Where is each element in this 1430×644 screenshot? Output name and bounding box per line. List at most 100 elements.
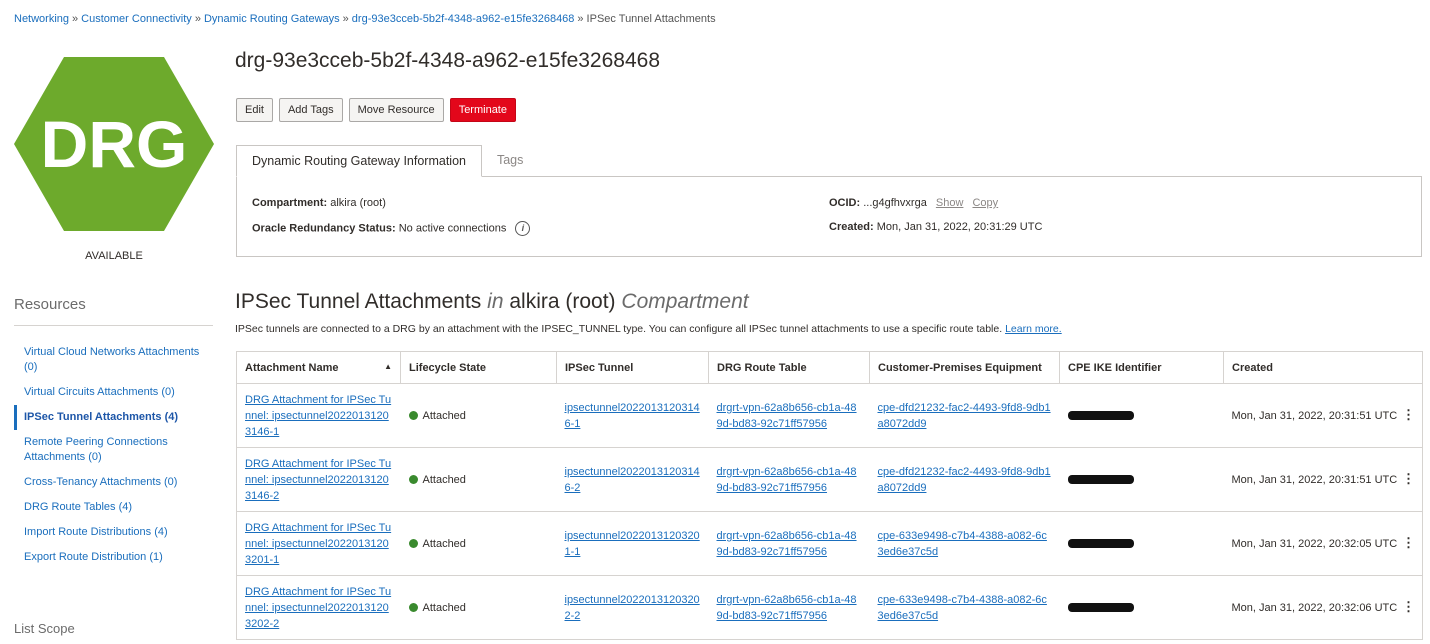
breadcrumb-separator: » <box>72 13 79 25</box>
ipsec-tunnel-link[interactable]: ipsectunnel20220131203146-2 <box>565 466 700 494</box>
route-table-link[interactable]: drgrt-vpn-62a8b656-cb1a-489d-bd83-92c71f… <box>717 402 857 430</box>
learn-more-link[interactable]: Learn more. <box>1005 323 1062 335</box>
status-dot-icon <box>408 538 418 548</box>
drg-info-panel: Compartment: alkira (root) Oracle Redund… <box>236 176 1422 257</box>
cpe-link[interactable]: cpe-633e9498-c7b4-4388-a082-6c3ed6e37c5d <box>878 594 1047 622</box>
cpe-link[interactable]: cpe-dfd21232-fac2-4493-9fd8-9db1a8072dd9 <box>878 402 1051 430</box>
row-actions-kebab-icon[interactable]: ⋮ <box>1402 407 1415 422</box>
attachments-table: Attachment Name ▲ Lifecycle State IPSec T… <box>236 351 1423 640</box>
compartment-value: alkira (root) <box>330 197 386 209</box>
column-header-cpe-ike-identifier: CPE IKE Identifier <box>1059 351 1224 384</box>
route-table-link[interactable]: drgrt-vpn-62a8b656-cb1a-489d-bd83-92c71f… <box>717 594 857 622</box>
table-row: DRG Attachment for IPSec Tunnel: ipsectu… <box>236 511 1423 576</box>
resource-item-import-route-distributions[interactable]: Import Route Distributions (4) <box>14 520 213 545</box>
section-title-compartment: alkira (root) <box>509 290 616 313</box>
column-header-ipsec-tunnel: IPSec Tunnel <box>556 351 709 384</box>
info-tabs: Dynamic Routing Gateway Information Tags <box>236 145 538 177</box>
table-row: DRG Attachment for IPSec Tunnel: ipsectu… <box>236 575 1423 640</box>
ocid-label: OCID: <box>829 197 861 209</box>
breadcrumb-drg[interactable]: drg-93e3cceb-5b2f-4348-a962-e15fe3268468 <box>352 13 575 25</box>
created-timestamp: Mon, Jan 31, 2022, 20:31:51 UTC <box>1231 473 1398 486</box>
resource-item-ipsec-tunnel-attachments[interactable]: IPSec Tunnel Attachments (4) <box>14 405 213 430</box>
redundancy-label: Oracle Redundancy Status: <box>252 222 396 235</box>
redacted-ike-identifier <box>1067 475 1134 485</box>
ipsec-tunnel-link[interactable]: ipsectunnel20220131203146-1 <box>565 402 700 430</box>
created-timestamp: Mon, Jan 31, 2022, 20:32:05 UTC <box>1231 537 1398 550</box>
status-dot-icon <box>408 474 418 484</box>
created-timestamp: Mon, Jan 31, 2022, 20:31:51 UTC <box>1231 409 1398 422</box>
attachment-name-link[interactable]: DRG Attachment for IPSec Tunnel: ipsectu… <box>245 458 391 502</box>
cpe-link[interactable]: cpe-dfd21232-fac2-4493-9fd8-9db1a8072dd9 <box>878 466 1051 494</box>
section-description: IPSec tunnels are connected to a DRG by … <box>235 323 1062 335</box>
drg-hexagon-icon: DRG <box>14 57 214 231</box>
drg-logo-text: DRG <box>41 107 188 181</box>
column-header-cpe: Customer-Premises Equipment <box>869 351 1060 384</box>
edit-button[interactable]: Edit <box>236 98 273 122</box>
sort-ascending-icon[interactable]: ▲ <box>384 362 392 371</box>
compartment-label: Compartment: <box>252 197 328 209</box>
add-tags-button[interactable]: Add Tags <box>278 98 343 122</box>
terminate-button[interactable]: Terminate <box>449 98 516 122</box>
breadcrumb-dynamic-routing-gateways[interactable]: Dynamic Routing Gateways <box>204 13 340 25</box>
resource-item-vcn-attachments[interactable]: Virtual Cloud Networks Attachments (0) <box>14 340 213 380</box>
tab-drg-information[interactable]: Dynamic Routing Gateway Information <box>236 145 482 177</box>
column-header-drg-route-table: DRG Route Table <box>708 351 870 384</box>
row-actions-kebab-icon[interactable]: ⋮ <box>1402 471 1415 486</box>
table-row: DRG Attachment for IPSec Tunnel: ipsectu… <box>236 447 1423 512</box>
ocid-row: OCID: ...g4gfhvxrga Show Copy <box>829 197 998 209</box>
table-row: DRG Attachment for IPSec Tunnel: ipsectu… <box>236 383 1423 448</box>
ocid-copy-link[interactable]: Copy <box>972 197 998 209</box>
ocid-show-link[interactable]: Show <box>936 197 964 209</box>
column-header-attachment-name[interactable]: Attachment Name ▲ <box>236 351 401 384</box>
resource-item-remote-peering[interactable]: Remote Peering Connections Attachments (… <box>14 430 213 470</box>
resources-divider <box>14 325 213 326</box>
route-table-link[interactable]: drgrt-vpn-62a8b656-cb1a-489d-bd83-92c71f… <box>717 530 857 558</box>
resource-item-virtual-circuits[interactable]: Virtual Circuits Attachments (0) <box>14 380 213 405</box>
ipsec-tunnel-link[interactable]: ipsectunnel20220131203202-2 <box>565 594 700 622</box>
list-scope-heading: List Scope <box>14 621 75 636</box>
redacted-ike-identifier <box>1067 539 1134 549</box>
lifecycle-state: Attached <box>422 601 466 614</box>
status-dot-icon <box>408 602 418 612</box>
resource-item-export-route-distribution[interactable]: Export Route Distribution (1) <box>14 545 213 570</box>
section-title-main: IPSec Tunnel Attachments <box>235 290 482 313</box>
attachment-name-link[interactable]: DRG Attachment for IPSec Tunnel: ipsectu… <box>245 394 391 438</box>
redacted-ike-identifier <box>1067 603 1134 613</box>
created-row: Created: Mon, Jan 31, 2022, 20:31:29 UTC <box>829 221 1042 233</box>
section-title-suffix: Compartment <box>621 290 749 313</box>
resources-heading: Resources <box>14 296 86 313</box>
attachment-name-link[interactable]: DRG Attachment for IPSec Tunnel: ipsectu… <box>245 522 391 566</box>
created-label: Created: <box>829 221 874 233</box>
attachment-name-link[interactable]: DRG Attachment for IPSec Tunnel: ipsectu… <box>245 586 391 630</box>
lifecycle-status: AVAILABLE <box>85 250 143 262</box>
section-description-text: IPSec tunnels are connected to a DRG by … <box>235 323 1003 335</box>
ipsec-tunnel-link[interactable]: ipsectunnel20220131203201-1 <box>565 530 700 558</box>
created-timestamp: Mon, Jan 31, 2022, 20:32:06 UTC <box>1231 601 1398 614</box>
resource-item-cross-tenancy[interactable]: Cross-Tenancy Attachments (0) <box>14 470 213 495</box>
action-bar: Edit Add Tags Move Resource Terminate <box>236 98 516 122</box>
lifecycle-state: Attached <box>422 537 466 550</box>
row-actions-kebab-icon[interactable]: ⋮ <box>1402 535 1415 550</box>
column-header-created: Created <box>1223 351 1423 384</box>
ocid-value: ...g4gfhvxrga <box>863 197 927 209</box>
lifecycle-state: Attached <box>422 409 466 422</box>
redacted-ike-identifier <box>1067 411 1134 421</box>
resource-item-drg-route-tables[interactable]: DRG Route Tables (4) <box>14 495 213 520</box>
info-icon[interactable]: i <box>515 221 531 236</box>
compartment-row: Compartment: alkira (root) <box>252 197 386 209</box>
section-title-in: in <box>487 290 504 313</box>
breadcrumb-networking[interactable]: Networking <box>14 13 69 25</box>
section-title: IPSec Tunnel Attachments in alkira (root… <box>235 290 749 314</box>
redundancy-value: No active connections <box>398 222 507 235</box>
breadcrumb-separator: » <box>194 13 201 25</box>
lifecycle-state: Attached <box>422 473 466 486</box>
row-actions-kebab-icon[interactable]: ⋮ <box>1402 599 1415 614</box>
tab-tags[interactable]: Tags <box>482 145 538 177</box>
cpe-link[interactable]: cpe-633e9498-c7b4-4388-a082-6c3ed6e37c5d <box>878 530 1047 558</box>
table-header-row: Attachment Name ▲ Lifecycle State IPSec T… <box>236 351 1423 384</box>
route-table-link[interactable]: drgrt-vpn-62a8b656-cb1a-489d-bd83-92c71f… <box>717 466 857 494</box>
breadcrumb: Networking» Customer Connectivity» Dynamic… <box>14 13 716 25</box>
breadcrumb-customer-connectivity[interactable]: Customer Connectivity <box>81 13 192 25</box>
move-resource-button[interactable]: Move Resource <box>348 98 444 122</box>
redundancy-row: Oracle Redundancy Status: No active conn… <box>252 221 531 236</box>
